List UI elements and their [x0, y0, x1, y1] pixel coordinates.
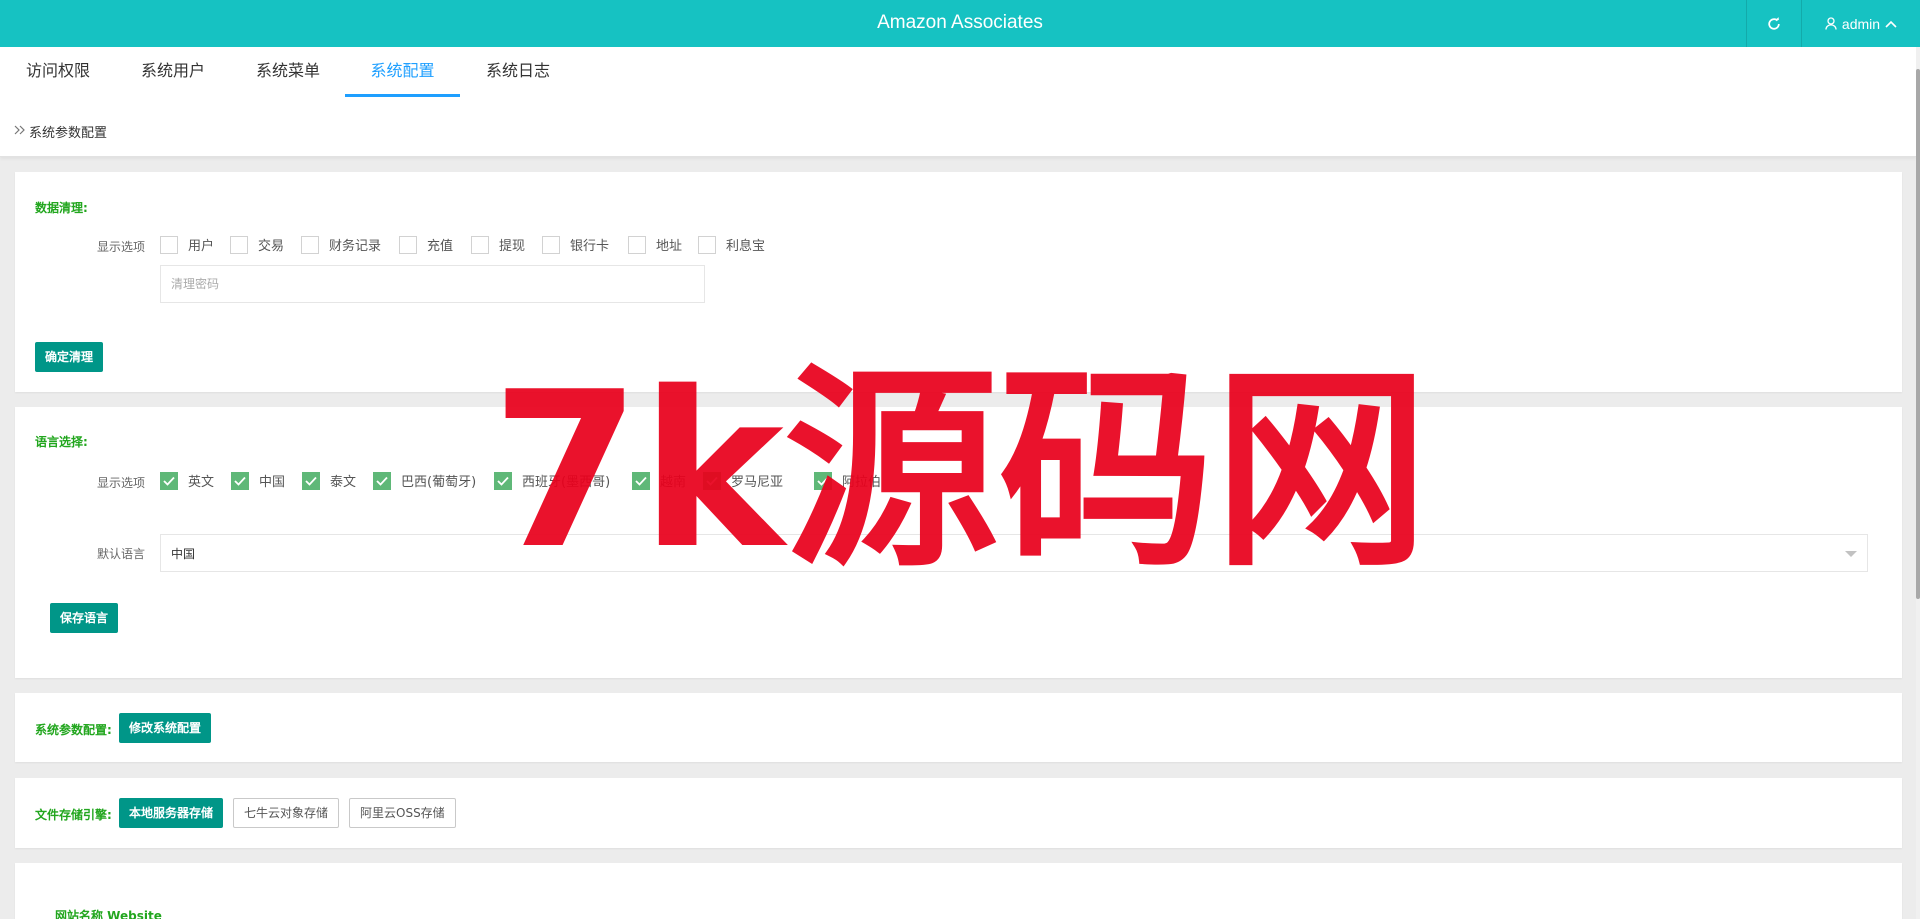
username: admin [1841, 15, 1881, 32]
storage-card: 文件存储引擎: 本地服务器存储 七牛云对象存储 阿里云OSS存储 [15, 778, 1902, 848]
checkbox[interactable] [814, 471, 832, 490]
website-title: 网站名称 Website [55, 909, 162, 919]
user-icon [1825, 17, 1837, 30]
website-card: 网站名称 Website [15, 863, 1902, 919]
tab-config[interactable]: 系统配置 [345, 47, 460, 97]
storage-title: 文件存储引擎: [35, 808, 112, 822]
default-language-label: 默认语言 [96, 547, 145, 561]
tab-bar: 访问权限 系统用户 系统菜单 系统配置 系统日志 [0, 47, 1916, 97]
checkbox[interactable] [698, 235, 716, 254]
checkbox[interactable] [231, 471, 249, 490]
cleanup-option-recharge[interactable]: 充值 [399, 235, 453, 254]
language-option-ar[interactable]: 阿拉伯 [814, 471, 881, 490]
scrollbar-thumb[interactable] [1916, 69, 1920, 599]
checkbox[interactable] [302, 471, 320, 490]
checkbox[interactable] [160, 471, 178, 490]
language-option-ro[interactable]: 罗马尼亚 [703, 471, 783, 490]
language-option-es[interactable]: 西班牙(墨西哥) [494, 471, 610, 490]
breadcrumb-text: 系统参数配置 [29, 126, 108, 141]
cleanup-password-input[interactable] [160, 265, 705, 303]
caret-down-icon [1845, 551, 1857, 557]
checkbox[interactable] [301, 235, 319, 254]
chevron-up-icon [1885, 20, 1897, 28]
system-params-card: 系统参数配置: 修改系统配置 [15, 693, 1902, 762]
cleanup-option-users[interactable]: 用户 [160, 235, 214, 254]
tab-menus[interactable]: 系统菜单 [242, 47, 334, 97]
default-language-select[interactable]: 中国 [160, 534, 1868, 572]
cleanup-option-address[interactable]: 地址 [628, 235, 682, 254]
checkbox[interactable] [628, 235, 646, 254]
cleanup-option-trades[interactable]: 交易 [230, 235, 284, 254]
cleanup-option-interest[interactable]: 利息宝 [698, 235, 765, 254]
double-chevron-right-icon [14, 124, 26, 139]
cleanup-option-finance[interactable]: 财务记录 [301, 235, 381, 254]
edit-system-config-button[interactable]: 修改系统配置 [119, 713, 212, 743]
default-language-value: 中国 [171, 546, 196, 561]
top-header: Amazon Associates admin [0, 0, 1920, 47]
checkbox[interactable] [703, 471, 721, 490]
tab-users[interactable]: 系统用户 [127, 47, 219, 97]
cleanup-option-withdraw[interactable]: 提现 [471, 235, 525, 254]
checkbox[interactable] [632, 471, 650, 490]
system-params-title: 系统参数配置: [35, 723, 112, 737]
language-option-vi[interactable]: 越南 [632, 471, 686, 490]
checkbox[interactable] [542, 235, 560, 254]
data-cleanup-title: 数据清理: [35, 201, 88, 215]
checkbox[interactable] [160, 235, 178, 254]
user-menu[interactable]: admin [1801, 0, 1920, 47]
checkbox[interactable] [494, 471, 512, 490]
data-cleanup-card: 数据清理: 显示选项 用户 交易 财务记录 充值 提现 银行卡 地址 利息宝 确… [15, 172, 1902, 392]
language-option-cn[interactable]: 中国 [231, 471, 285, 490]
refresh-icon [1767, 16, 1781, 31]
language-option-pt[interactable]: 巴西(葡萄牙) [373, 471, 476, 490]
refresh-button[interactable] [1746, 0, 1801, 47]
storage-local-button[interactable]: 本地服务器存储 [119, 798, 224, 828]
checkbox[interactable] [471, 235, 489, 254]
language-options-label: 显示选项 [96, 476, 145, 490]
checkbox[interactable] [399, 235, 417, 254]
storage-qiniu-button[interactable]: 七牛云对象存储 [233, 798, 340, 828]
vertical-scrollbar[interactable] [1916, 47, 1920, 919]
tab-access[interactable]: 访问权限 [12, 47, 104, 97]
tab-logs[interactable]: 系统日志 [472, 47, 564, 97]
save-language-button[interactable]: 保存语言 [50, 603, 119, 633]
checkbox[interactable] [373, 471, 391, 490]
language-title: 语言选择: [35, 435, 88, 449]
app-title: Amazon Associates [877, 12, 1043, 33]
confirm-cleanup-button[interactable]: 确定清理 [35, 342, 104, 372]
breadcrumb-bar: 系统参数配置 [0, 97, 1916, 157]
storage-aliyun-button[interactable]: 阿里云OSS存储 [349, 798, 456, 828]
cleanup-option-bankcard[interactable]: 银行卡 [542, 235, 609, 254]
language-option-en[interactable]: 英文 [160, 471, 214, 490]
language-card: 语言选择: 显示选项 英文 中国 泰文 巴西(葡萄牙) 西班牙(墨西哥) 越南 … [15, 407, 1902, 678]
breadcrumb: 系统参数配置 [14, 122, 107, 141]
cleanup-options-label: 显示选项 [96, 240, 145, 254]
language-option-th[interactable]: 泰文 [302, 471, 356, 490]
checkbox[interactable] [230, 235, 248, 254]
